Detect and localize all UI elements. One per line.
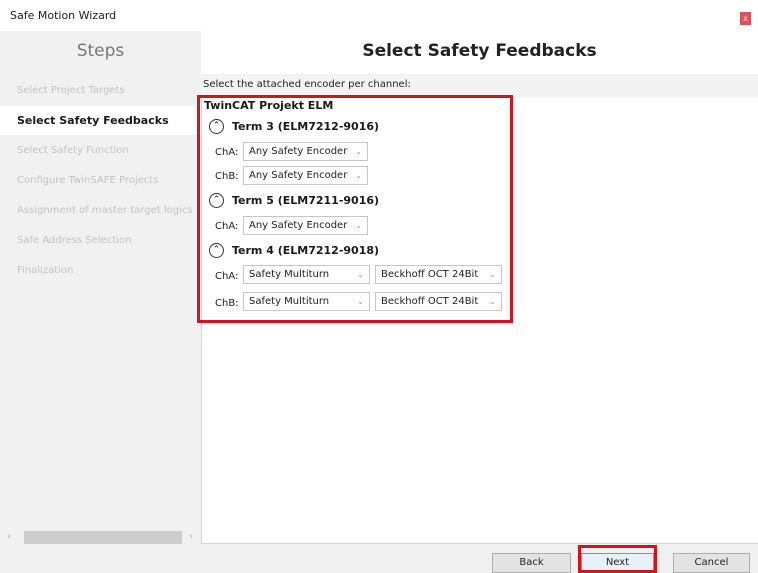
step-safe-address-selection[interactable]: Safe Address Selection (0, 226, 201, 255)
highlight-box (197, 95, 513, 323)
scrollbar-thumb[interactable] (24, 531, 182, 544)
steps-sidebar: Steps Select Project Targets Select Safe… (0, 31, 201, 553)
step-configure-twinsafe-projects[interactable]: Configure TwinSAFE Projects (0, 166, 201, 195)
page-title: Select Safety Feedbacks (362, 41, 597, 61)
close-icon[interactable]: x (740, 12, 751, 25)
scroll-right-icon[interactable]: › (186, 532, 196, 542)
title-bar: Safe Motion Wizard x (0, 0, 758, 31)
window-title: Safe Motion Wizard (10, 9, 117, 22)
step-finalization[interactable]: Finalization (0, 256, 201, 285)
step-select-safety-function[interactable]: Select Safety Function (0, 136, 201, 165)
step-select-safety-feedbacks[interactable]: Select Safety Feedbacks (0, 106, 201, 135)
scroll-left-icon[interactable]: ‹ (4, 532, 14, 542)
back-button[interactable]: Back (492, 553, 571, 573)
cancel-button[interactable]: Cancel (673, 553, 750, 573)
step-assignment-master-target-logics[interactable]: Assignment of master target logics (0, 196, 201, 225)
next-highlight-box (578, 545, 657, 573)
step-select-project-targets[interactable]: Select Project Targets (0, 76, 201, 105)
steps-title: Steps (76, 41, 125, 61)
instruction-text: Select the attached encoder per channel: (203, 79, 411, 90)
